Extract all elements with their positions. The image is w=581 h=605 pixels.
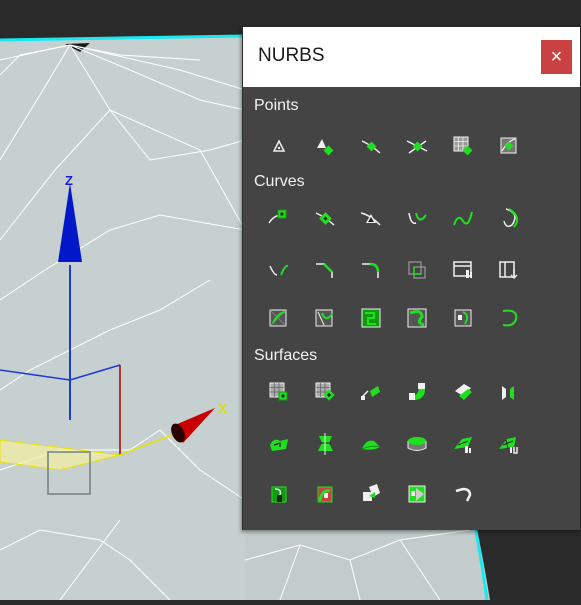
one-rail-sweep-icon	[271, 486, 287, 503]
panel-title: NURBS	[258, 45, 325, 66]
fillet-curve-button[interactable]	[356, 255, 386, 285]
section-label-surfaces: Surfaces	[254, 347, 318, 364]
curve-point-icon	[361, 140, 381, 154]
point-surface-icon	[315, 382, 335, 401]
surface-offset-curve-icon	[454, 309, 472, 327]
fillet-curve-icon	[362, 262, 380, 278]
multicurve-trimmed-surface-icon	[408, 485, 426, 503]
u-iso-curve-icon	[453, 261, 472, 278]
transform-curve-icon	[408, 212, 427, 225]
mirror-curve-icon	[269, 264, 289, 276]
fit-curve-button[interactable]	[356, 203, 386, 233]
surface-offset-curve-button[interactable]	[448, 303, 478, 333]
extrude-surface-button[interactable]	[264, 429, 294, 459]
point-icon	[272, 139, 286, 152]
point-curve-button[interactable]	[310, 203, 340, 233]
two-rail-sweep-icon	[317, 486, 333, 503]
vector-projected-curve-icon	[315, 309, 333, 327]
surface-edge-curve-button[interactable]	[494, 303, 524, 333]
point-surface-button[interactable]	[310, 377, 340, 407]
offset-point-button[interactable]	[310, 131, 340, 161]
multicurve-trimmed-surface-button[interactable]	[402, 479, 432, 509]
cv-curve-on-surface-button[interactable]	[356, 303, 386, 333]
mirror-surface-button[interactable]	[494, 377, 524, 407]
uv-loft-surface-button[interactable]	[494, 429, 524, 459]
fit-curve-icon	[360, 212, 381, 226]
point-curve-on-surface-button[interactable]	[402, 303, 432, 333]
offset-curve-button[interactable]	[494, 203, 524, 233]
ruled-surface-button[interactable]	[356, 429, 386, 459]
u-loft-surface-icon	[454, 437, 472, 453]
surface-point-button[interactable]	[448, 131, 478, 161]
surface-point-icon	[453, 136, 473, 156]
offset-point-icon	[317, 139, 334, 156]
surface-curve-point-button[interactable]	[494, 131, 524, 161]
cv-surface-icon	[269, 382, 288, 401]
two-rail-sweep-button[interactable]	[310, 479, 340, 509]
normal-projected-curve-button[interactable]	[264, 303, 294, 333]
blend-curve-icon	[453, 211, 473, 226]
cv-curve-on-surface-icon	[361, 308, 381, 328]
curve-curve-intersection-point-button[interactable]	[402, 131, 432, 161]
close-button[interactable]: ×	[541, 40, 572, 74]
x-axis-label: X	[218, 401, 227, 416]
extrude-surface-icon	[270, 439, 288, 451]
section-label-curves: Curves	[254, 173, 305, 190]
cap-surface-button[interactable]	[402, 429, 432, 459]
transform-surface-icon	[361, 386, 380, 400]
cv-curve-button[interactable]	[264, 203, 294, 233]
u-loft-surface-button[interactable]	[448, 429, 478, 459]
mirror-surface-icon	[502, 386, 514, 400]
offset-surface-button[interactable]	[448, 377, 478, 407]
panel-titlebar[interactable]: NURBS ×	[243, 27, 580, 87]
cap-surface-icon	[407, 437, 427, 451]
surface-surface-intersection-curve-icon	[408, 261, 426, 279]
mirror-curve-button[interactable]	[264, 255, 294, 285]
surface-edge-curve-icon	[502, 309, 518, 327]
ruled-surface-icon	[361, 440, 381, 450]
u-iso-curve-button[interactable]	[448, 255, 478, 285]
cv-curve-icon	[268, 209, 287, 224]
z-axis-label: Z	[65, 173, 73, 188]
normal-projected-curve-icon	[269, 309, 287, 327]
chamfer-curve-button[interactable]	[310, 255, 340, 285]
nurbs-panel: NURBS × Points Curves Surfaces	[242, 27, 580, 530]
point-button[interactable]	[264, 131, 294, 161]
transform-surface-button[interactable]	[356, 377, 386, 407]
fillet-surface-button[interactable]	[448, 479, 478, 509]
curve-point-button[interactable]	[356, 131, 386, 161]
lathe-surface-button[interactable]	[310, 429, 340, 459]
cv-surface-button[interactable]	[264, 377, 294, 407]
section-label-points: Points	[254, 97, 299, 114]
blend-curve-button[interactable]	[448, 203, 478, 233]
v-iso-curve-button[interactable]	[494, 255, 524, 285]
chamfer-curve-icon	[316, 263, 333, 278]
surface-curve-point-icon	[500, 137, 517, 154]
curve-curve-intersection-point-icon	[406, 140, 428, 154]
surface-surface-intersection-curve-button[interactable]	[402, 255, 432, 285]
fillet-surface-icon	[455, 487, 472, 502]
blend-surface-button[interactable]	[402, 377, 432, 407]
transform-curve-button[interactable]	[402, 203, 432, 233]
uv-loft-surface-icon	[499, 437, 518, 454]
vector-projected-curve-button[interactable]	[310, 303, 340, 333]
multisided-blend-button[interactable]	[356, 479, 386, 509]
point-curve-on-surface-icon	[407, 308, 427, 328]
offset-curve-icon	[503, 208, 519, 228]
point-curve-icon	[315, 212, 335, 226]
blend-surface-icon	[409, 383, 425, 400]
multisided-blend-icon	[363, 484, 380, 501]
mesh-body	[0, 35, 245, 600]
lathe-surface-icon	[318, 433, 333, 455]
v-iso-curve-icon	[499, 261, 518, 280]
offset-surface-icon	[455, 384, 472, 400]
one-rail-sweep-button[interactable]	[264, 479, 294, 509]
